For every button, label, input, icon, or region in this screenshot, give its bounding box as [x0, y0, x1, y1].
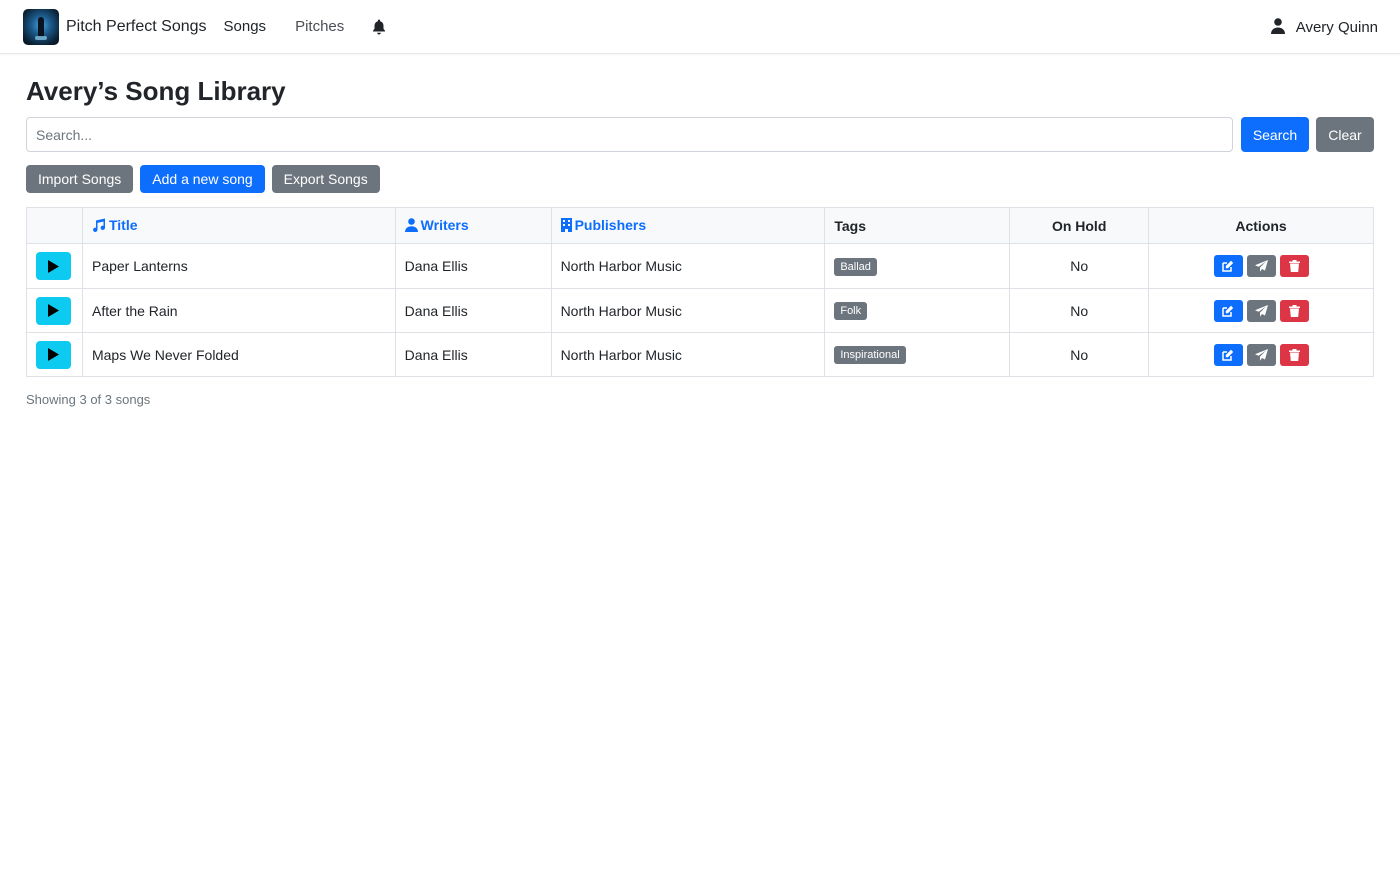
- songs-table: Title Writers Publishers Tags On Hold Ac…: [26, 207, 1374, 377]
- paper-plane-icon: [1254, 260, 1268, 272]
- sort-title-link[interactable]: Title: [92, 217, 138, 233]
- pitch-button[interactable]: [1246, 255, 1276, 277]
- play-button[interactable]: [36, 252, 71, 280]
- play-button[interactable]: [36, 340, 71, 369]
- play-icon: [48, 259, 59, 273]
- edit-button[interactable]: [1213, 299, 1243, 322]
- header-tags: Tags: [824, 207, 1011, 244]
- header-play: [26, 207, 83, 244]
- search-input[interactable]: [26, 117, 1233, 152]
- song-title: Paper Lanterns: [81, 243, 396, 289]
- header-writers-label: Writers: [420, 216, 469, 233]
- add-song-button[interactable]: Add a new song: [140, 165, 265, 193]
- table-header-row: Title Writers Publishers Tags On Hold Ac…: [26, 207, 1374, 244]
- song-on-hold: No: [1009, 288, 1150, 333]
- building-icon: [560, 217, 572, 232]
- delete-button[interactable]: [1279, 343, 1309, 366]
- bell-icon[interactable]: [372, 19, 386, 35]
- edit-icon: [1222, 349, 1234, 361]
- export-songs-button[interactable]: Export Songs: [271, 165, 380, 193]
- import-songs-button[interactable]: Import Songs: [26, 165, 134, 193]
- edit-icon: [1222, 305, 1234, 317]
- sort-publishers-link[interactable]: Publishers: [560, 216, 647, 233]
- play-icon: [48, 304, 59, 317]
- user-icon: [1270, 17, 1285, 37]
- header-publishers-label: Publishers: [574, 216, 647, 233]
- delete-button[interactable]: [1279, 255, 1309, 277]
- table-row: Paper Lanterns Dana Ellis North Harbor M…: [26, 243, 1374, 289]
- music-note-icon: [93, 218, 105, 232]
- trash-icon: [1288, 304, 1300, 317]
- song-publishers: North Harbor Music: [550, 288, 826, 333]
- search-button[interactable]: Search: [1241, 117, 1309, 152]
- edit-button[interactable]: [1213, 255, 1243, 277]
- paper-plane-icon: [1254, 304, 1268, 317]
- search-row: Search Clear: [26, 117, 1374, 152]
- header-title: Title: [81, 207, 396, 244]
- navbar: Pitch Perfect Songs Songs Pitches Avery …: [0, 0, 1400, 54]
- user-menu[interactable]: Avery Quinn: [1270, 0, 1378, 54]
- header-title-label: Title: [108, 216, 138, 233]
- song-title: After the Rain: [81, 288, 396, 333]
- nav-pitches[interactable]: Pitches: [295, 18, 344, 35]
- play-cell: [26, 332, 83, 377]
- song-publishers: North Harbor Music: [550, 332, 826, 377]
- song-actions: [1148, 288, 1374, 333]
- pitch-button[interactable]: [1246, 299, 1276, 322]
- page-title: Avery’s Song Library: [26, 76, 286, 106]
- song-title: Maps We Never Folded: [81, 332, 396, 377]
- paper-plane-icon: [1254, 348, 1268, 361]
- nav-songs[interactable]: Songs: [224, 18, 267, 35]
- play-icon: [48, 348, 59, 361]
- sort-writers-link[interactable]: Writers: [404, 216, 469, 233]
- brand[interactable]: Pitch Perfect Songs: [23, 8, 207, 45]
- song-writers: Dana Ellis: [394, 288, 552, 333]
- play-cell: [26, 288, 83, 333]
- song-actions: [1148, 243, 1374, 289]
- song-tags: Folk: [824, 288, 1011, 333]
- brand-name: Pitch Perfect Songs: [66, 17, 207, 35]
- song-writers: Dana Ellis: [394, 332, 552, 377]
- tag-badge: Folk: [834, 302, 868, 320]
- header-writers: Writers: [394, 207, 552, 244]
- trash-icon: [1288, 348, 1300, 361]
- table-row: After the Rain Dana Ellis North Harbor M…: [26, 288, 1374, 333]
- tag-badge: Inspirational: [834, 346, 906, 364]
- header-publishers: Publishers: [550, 207, 826, 244]
- results-count: Showing 3 of 3 songs: [26, 392, 151, 407]
- edit-button[interactable]: [1213, 343, 1243, 366]
- pitch-button[interactable]: [1246, 343, 1276, 366]
- delete-button[interactable]: [1279, 299, 1309, 322]
- header-actions: Actions: [1148, 207, 1374, 244]
- play-button[interactable]: [36, 296, 71, 325]
- song-publishers: North Harbor Music: [550, 243, 826, 289]
- toolbar: Import Songs Add a new song Export Songs: [26, 165, 1374, 193]
- song-on-hold: No: [1009, 243, 1150, 289]
- song-actions: [1148, 332, 1374, 377]
- user-name: Avery Quinn: [1295, 18, 1378, 36]
- song-tags: Ballad: [824, 243, 1011, 289]
- clear-button[interactable]: Clear: [1316, 117, 1374, 152]
- table-row: Maps We Never Folded Dana Ellis North Ha…: [26, 332, 1374, 377]
- trash-icon: [1288, 260, 1300, 272]
- tag-badge: Ballad: [834, 257, 877, 276]
- play-cell: [26, 243, 83, 289]
- song-on-hold: No: [1009, 332, 1150, 377]
- brand-logo: [23, 8, 59, 45]
- edit-icon: [1222, 260, 1234, 272]
- song-writers: Dana Ellis: [394, 243, 552, 289]
- header-on-hold: On Hold: [1009, 207, 1150, 244]
- main-content: Avery’s Song Library Search Clear Import…: [0, 74, 1400, 407]
- song-tags: Inspirational: [824, 332, 1011, 377]
- person-icon: [404, 217, 418, 232]
